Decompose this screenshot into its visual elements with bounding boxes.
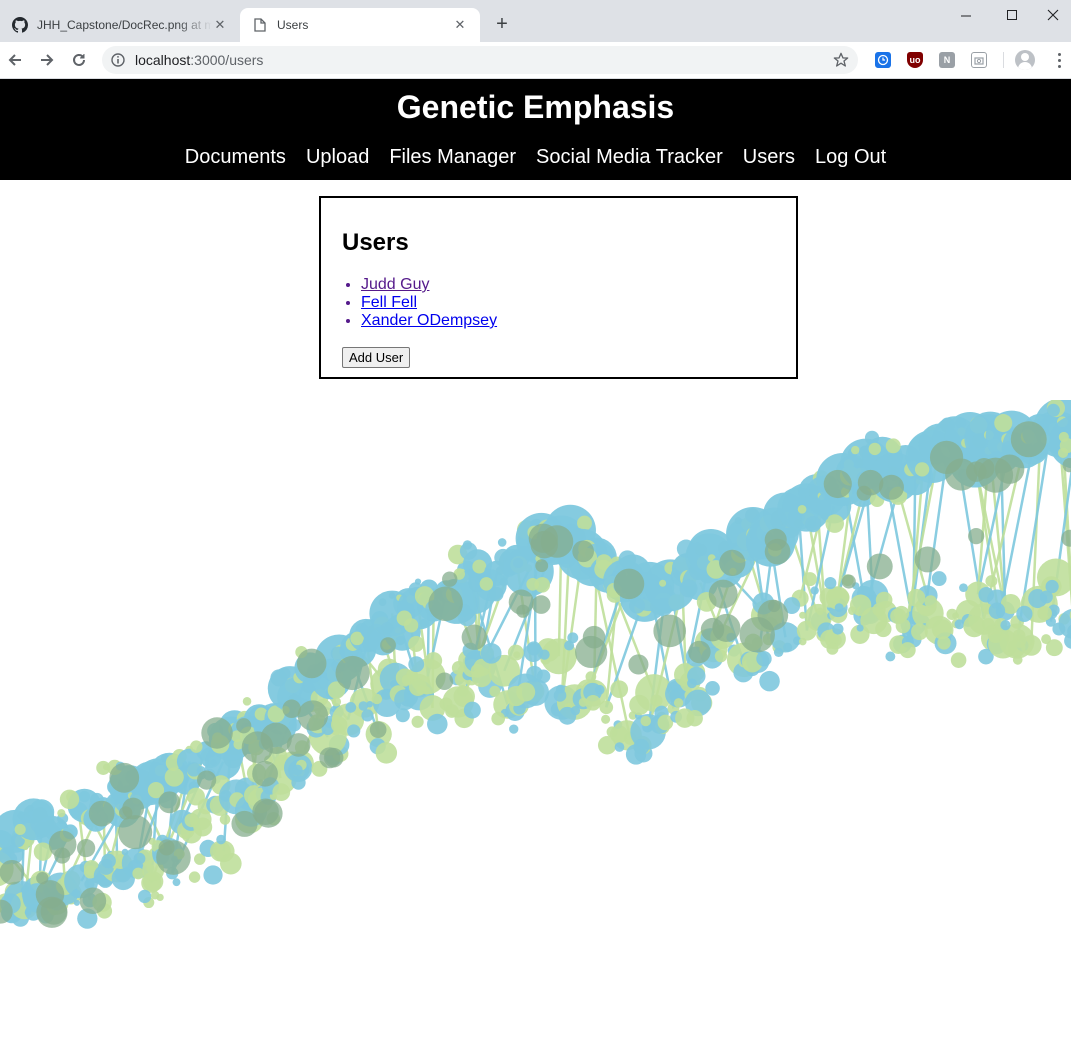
close-window-icon[interactable] [1035,0,1071,30]
browser-tab-github[interactable]: JHH_Capstone/DocRec.png at master ✕ [0,8,240,42]
info-icon[interactable] [110,52,126,68]
nav-documents[interactable]: Documents [185,146,286,169]
user-link-fell-fell[interactable]: Fell Fell [361,294,417,311]
site-title: Genetic Emphasis [396,89,675,125]
camera-extension-icon[interactable] [971,52,987,68]
dna-links [0,426,1071,906]
user-link-xander-odempsey[interactable]: Xander ODempsey [361,312,497,329]
close-tab-icon[interactable]: ✕ [452,17,468,33]
url-text: localhost:3000/users [135,52,263,68]
url-host: localhost [135,52,191,68]
back-arrow-icon[interactable] [3,48,27,72]
ublock-shield-icon[interactable]: uo [907,52,923,68]
reload-icon[interactable] [67,48,91,72]
forward-arrow-icon[interactable] [35,48,59,72]
clock-extension-icon[interactable] [875,52,891,68]
minimize-window-icon[interactable] [943,0,989,30]
add-user-button[interactable]: Add User [342,347,411,368]
bookmark-star-icon[interactable] [832,51,850,69]
user-link-judd-guy[interactable]: Judd Guy [361,276,429,293]
list-item: Fell Fell [361,294,497,312]
users-heading: Users [342,229,409,256]
browser-tab-users[interactable]: Users ✕ [240,8,480,42]
tab-title: JHH_Capstone/DocRec.png at master [37,18,212,32]
list-item: Judd Guy [361,276,497,294]
url-path: :3000/users [190,52,264,68]
list-item: Xander ODempsey [361,312,497,330]
close-tab-icon[interactable]: ✕ [212,17,228,33]
site-header: Genetic Emphasis Documents Upload Files … [0,79,1071,180]
kebab-menu-icon[interactable] [1049,50,1069,70]
nav-upload[interactable]: Upload [306,146,369,169]
nav-social-media-tracker[interactable]: Social Media Tracker [536,146,723,169]
tampermonkey-extension-icon[interactable]: N [939,52,955,68]
toolbar-divider [1003,52,1004,68]
new-tab-plus-icon[interactable]: + [491,13,513,35]
maximize-window-icon[interactable] [989,0,1035,30]
browser-tab-strip: JHH_Capstone/DocRec.png at master ✕ User… [0,0,1071,42]
browser-toolbar: localhost:3000/users uo N [0,42,1071,79]
dna-network-illustration [0,400,1071,929]
tab-title: Users [277,18,309,32]
nav-users[interactable]: Users [743,146,795,169]
document-icon [252,17,268,33]
users-panel: Users Judd Guy Fell Fell Xander ODempsey… [319,196,798,379]
profile-avatar-icon[interactable] [1015,50,1035,70]
nav-log-out[interactable]: Log Out [815,146,886,169]
address-bar[interactable]: localhost:3000/users [102,46,858,74]
github-icon [12,17,28,33]
site-nav: Documents Upload Files Manager Social Me… [0,146,1071,169]
nav-files-manager[interactable]: Files Manager [389,146,516,169]
users-list: Judd Guy Fell Fell Xander ODempsey [361,276,497,330]
